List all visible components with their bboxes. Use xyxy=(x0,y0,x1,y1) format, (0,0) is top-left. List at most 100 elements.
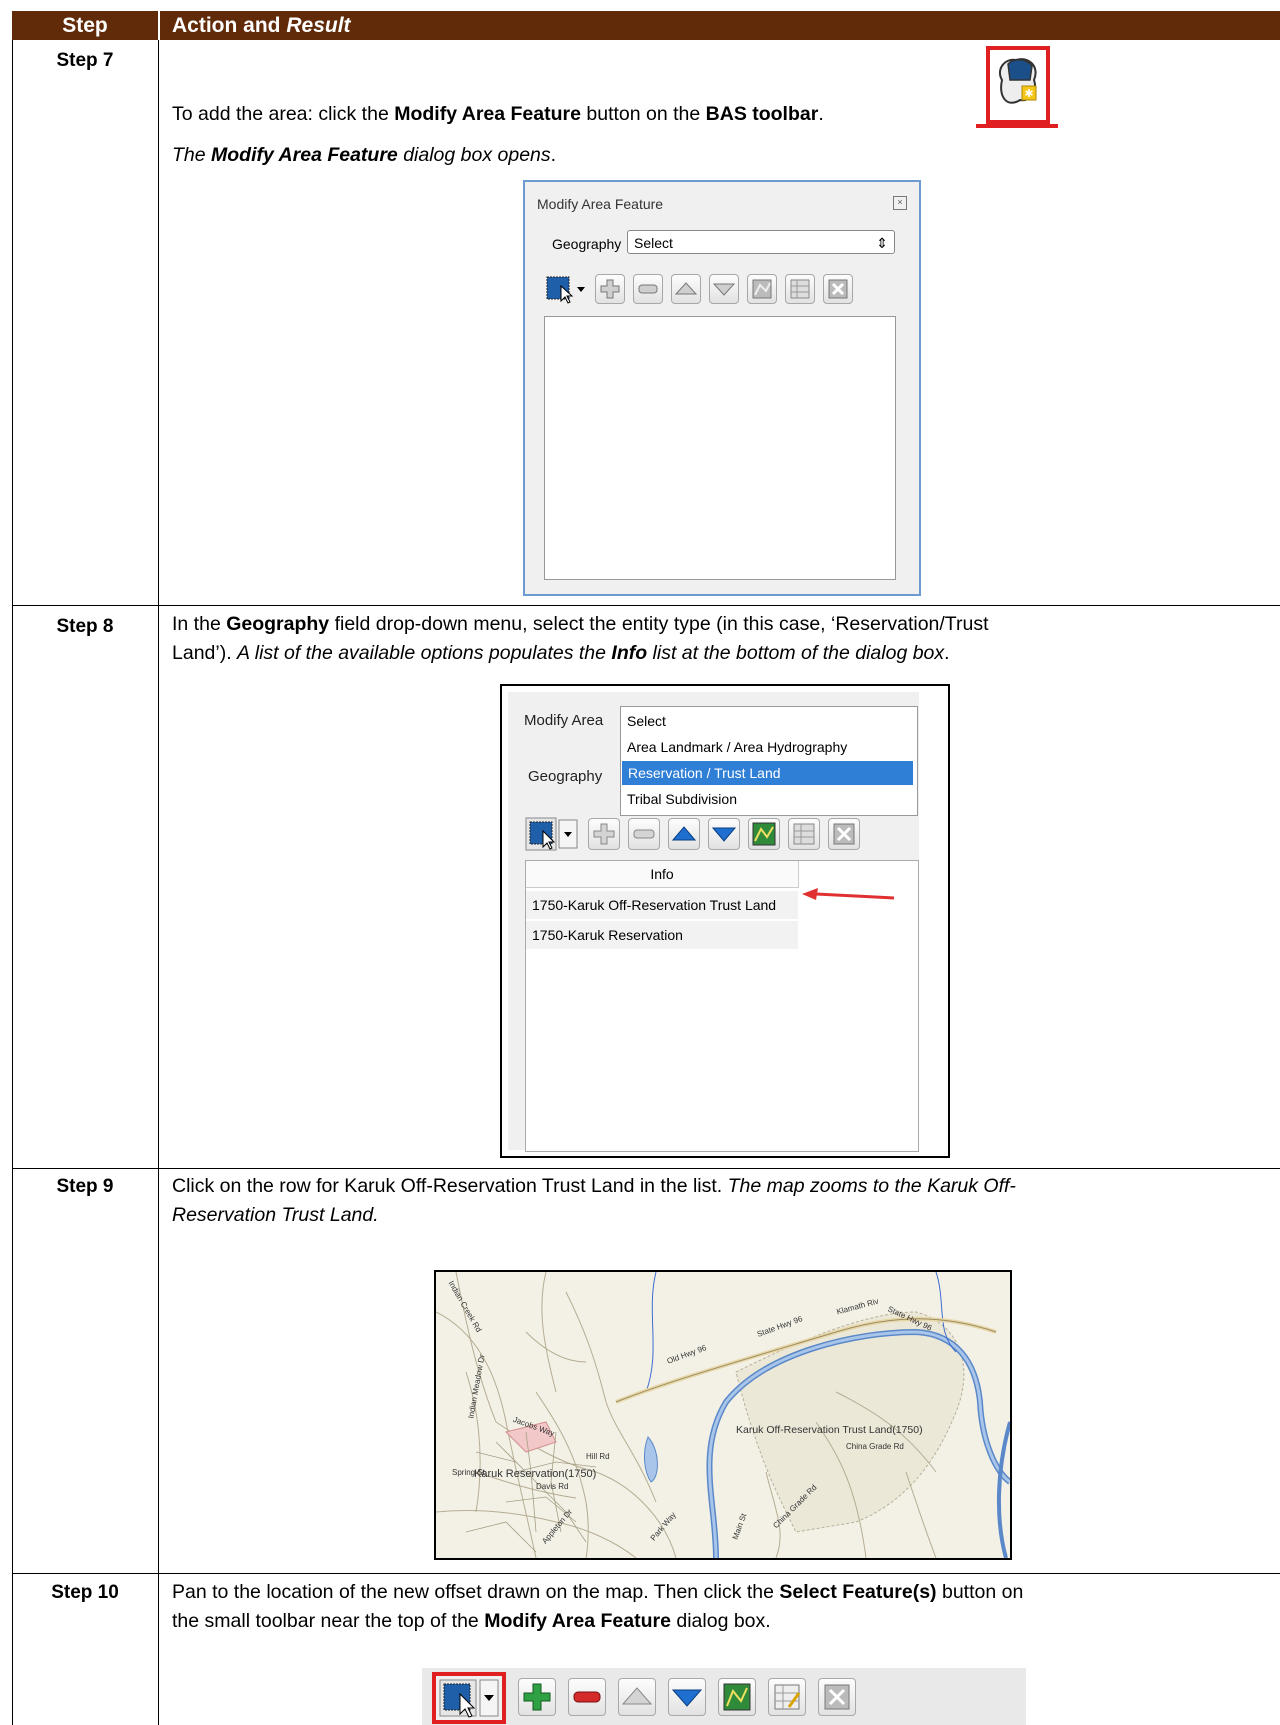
zoom-map-button[interactable] xyxy=(747,274,777,304)
attributes-button[interactable] xyxy=(785,274,815,304)
select-features-button[interactable] xyxy=(545,274,591,304)
modify-area-feature-icon: ✱ xyxy=(998,58,1037,104)
row-divider-2 xyxy=(12,1168,1280,1169)
info-list[interactable] xyxy=(544,316,896,580)
close-x-icon xyxy=(833,823,855,845)
map-icon xyxy=(752,822,776,846)
plus-icon xyxy=(523,1683,551,1711)
cancel-button[interactable] xyxy=(828,818,860,850)
add-button[interactable] xyxy=(588,818,620,850)
menu-item-tribal-subdivision[interactable]: Tribal Subdivision xyxy=(621,787,917,811)
move-down-button[interactable] xyxy=(709,274,739,304)
map-icon xyxy=(723,1683,751,1711)
geography-dropdown-screenshot: Modify Area Geography Select Area Landma… xyxy=(500,684,950,1158)
map-icon xyxy=(752,279,772,299)
header-action: Action and Result xyxy=(172,11,351,40)
triangle-up-icon xyxy=(621,1687,653,1705)
map-label-hill: Hill Rd xyxy=(586,1452,610,1461)
table-edit-icon xyxy=(774,1684,801,1710)
menu-item-select[interactable]: Select xyxy=(621,709,917,733)
icon-underline xyxy=(976,124,1058,128)
close-icon[interactable]: × xyxy=(893,196,907,210)
menu-item-reservation[interactable]: Reservation / Trust Land xyxy=(622,761,913,785)
list-item-reservation[interactable]: 1750-Karuk Reservation xyxy=(526,921,798,949)
table-column-divider xyxy=(158,40,159,1725)
modify-area-feature-button[interactable]: ✱ xyxy=(986,46,1050,124)
plus-icon xyxy=(600,279,620,299)
map-label-davis: Davis Rd xyxy=(536,1482,569,1491)
select-features-button[interactable] xyxy=(432,1672,506,1724)
modify-area-toolbar xyxy=(422,1668,1026,1725)
dialog-title: Modify Area xyxy=(524,712,604,729)
geography-select-value: Select xyxy=(634,235,673,251)
map-view[interactable]: Karuk Off-Reservation Trust Land(1750) K… xyxy=(434,1270,1012,1560)
info-column-header: Info xyxy=(526,861,799,888)
geography-label: Geography xyxy=(552,236,622,252)
step-7-text-line2: The Modify Area Feature dialog box opens… xyxy=(172,144,557,166)
header-divider xyxy=(158,11,160,40)
step-10-text-line1: Pan to the location of the new offset dr… xyxy=(172,1581,1024,1603)
triangle-up-icon xyxy=(671,826,697,841)
svg-text:✱: ✱ xyxy=(1024,87,1033,100)
select-features-icon xyxy=(439,1679,499,1718)
step-8-text-line2: Land’). A list of the available options … xyxy=(172,642,950,664)
zoom-map-button[interactable] xyxy=(748,818,780,850)
map-label-reservation: Karuk Reservation(1750) xyxy=(474,1468,597,1480)
step-7-text-line1: To add the area: click the Modify Area F… xyxy=(172,103,824,125)
move-down-button[interactable] xyxy=(708,818,740,850)
map-background xyxy=(436,1272,1010,1558)
cancel-button[interactable] xyxy=(818,1678,856,1716)
remove-button[interactable] xyxy=(568,1678,606,1716)
attributes-button[interactable] xyxy=(768,1678,806,1716)
header-action-text: Action and xyxy=(172,14,287,37)
map-label-trust-land: Karuk Off-Reservation Trust Land(1750) xyxy=(736,1424,923,1436)
step-9-text-line1: Click on the row for Karuk Off-Reservati… xyxy=(172,1175,1016,1197)
step-7-label: Step 7 xyxy=(56,50,114,71)
remove-button[interactable] xyxy=(633,274,663,304)
map-label-china-grade-1: China Grade Rd xyxy=(846,1442,904,1451)
move-up-button[interactable] xyxy=(668,818,700,850)
zoom-map-button[interactable] xyxy=(718,1678,756,1716)
geography-dropdown-menu: Select Area Landmark / Area Hydrography … xyxy=(620,706,918,816)
modify-area-feature-dialog: Modify Area Feature × Geography Select ⇕ xyxy=(523,180,921,596)
step-9-label: Step 9 xyxy=(56,1176,114,1197)
red-arrow-icon xyxy=(802,888,895,900)
triangle-up-icon xyxy=(674,282,698,295)
move-up-button[interactable] xyxy=(618,1678,656,1716)
list-item-trust-land[interactable]: 1750-Karuk Off-Reservation Trust Land xyxy=(526,891,798,919)
header-action-italic: Result xyxy=(286,14,351,37)
minus-icon xyxy=(573,1691,601,1703)
add-button[interactable] xyxy=(595,274,625,304)
table-edit-icon xyxy=(790,279,810,299)
table-header: Step Action and Result xyxy=(12,11,1280,40)
dialog-title: Modify Area Feature xyxy=(537,196,664,212)
menu-item-area-landmark[interactable]: Area Landmark / Area Hydrography xyxy=(621,735,917,759)
geography-select[interactable]: Select ⇕ xyxy=(627,230,895,254)
step-9-text-line2: Reservation Trust Land. xyxy=(172,1204,379,1226)
triangle-down-icon xyxy=(711,827,737,842)
dialog-toolbar xyxy=(524,814,919,854)
select-features-button[interactable] xyxy=(524,816,582,852)
attributes-button[interactable] xyxy=(788,818,820,850)
step-10-label: Step 10 xyxy=(51,1582,119,1603)
step-8-text-line1: In the Geography field drop-down menu, s… xyxy=(172,613,989,635)
triangle-down-icon xyxy=(671,1689,703,1707)
cancel-button[interactable] xyxy=(823,274,853,304)
geography-label: Geography xyxy=(528,768,603,785)
plus-icon xyxy=(593,823,615,845)
table-edit-icon xyxy=(793,823,815,845)
close-x-icon xyxy=(828,279,848,299)
step-10-text-line2: the small toolbar near the top of the Mo… xyxy=(172,1610,771,1632)
select-features-icon xyxy=(546,276,585,304)
select-arrow-icon: ⇕ xyxy=(876,235,888,251)
step-8-label: Step 8 xyxy=(56,616,114,637)
row-divider-3 xyxy=(12,1573,1280,1574)
add-button[interactable] xyxy=(518,1678,556,1716)
move-up-button[interactable] xyxy=(671,274,701,304)
row-divider-1 xyxy=(12,605,1280,606)
minus-icon xyxy=(633,829,655,839)
map-label-spring: Spring St xyxy=(452,1468,485,1477)
dialog-body: Modify Area Geography Select Area Landma… xyxy=(508,692,919,1152)
remove-button[interactable] xyxy=(628,818,660,850)
move-down-button[interactable] xyxy=(668,1678,706,1716)
